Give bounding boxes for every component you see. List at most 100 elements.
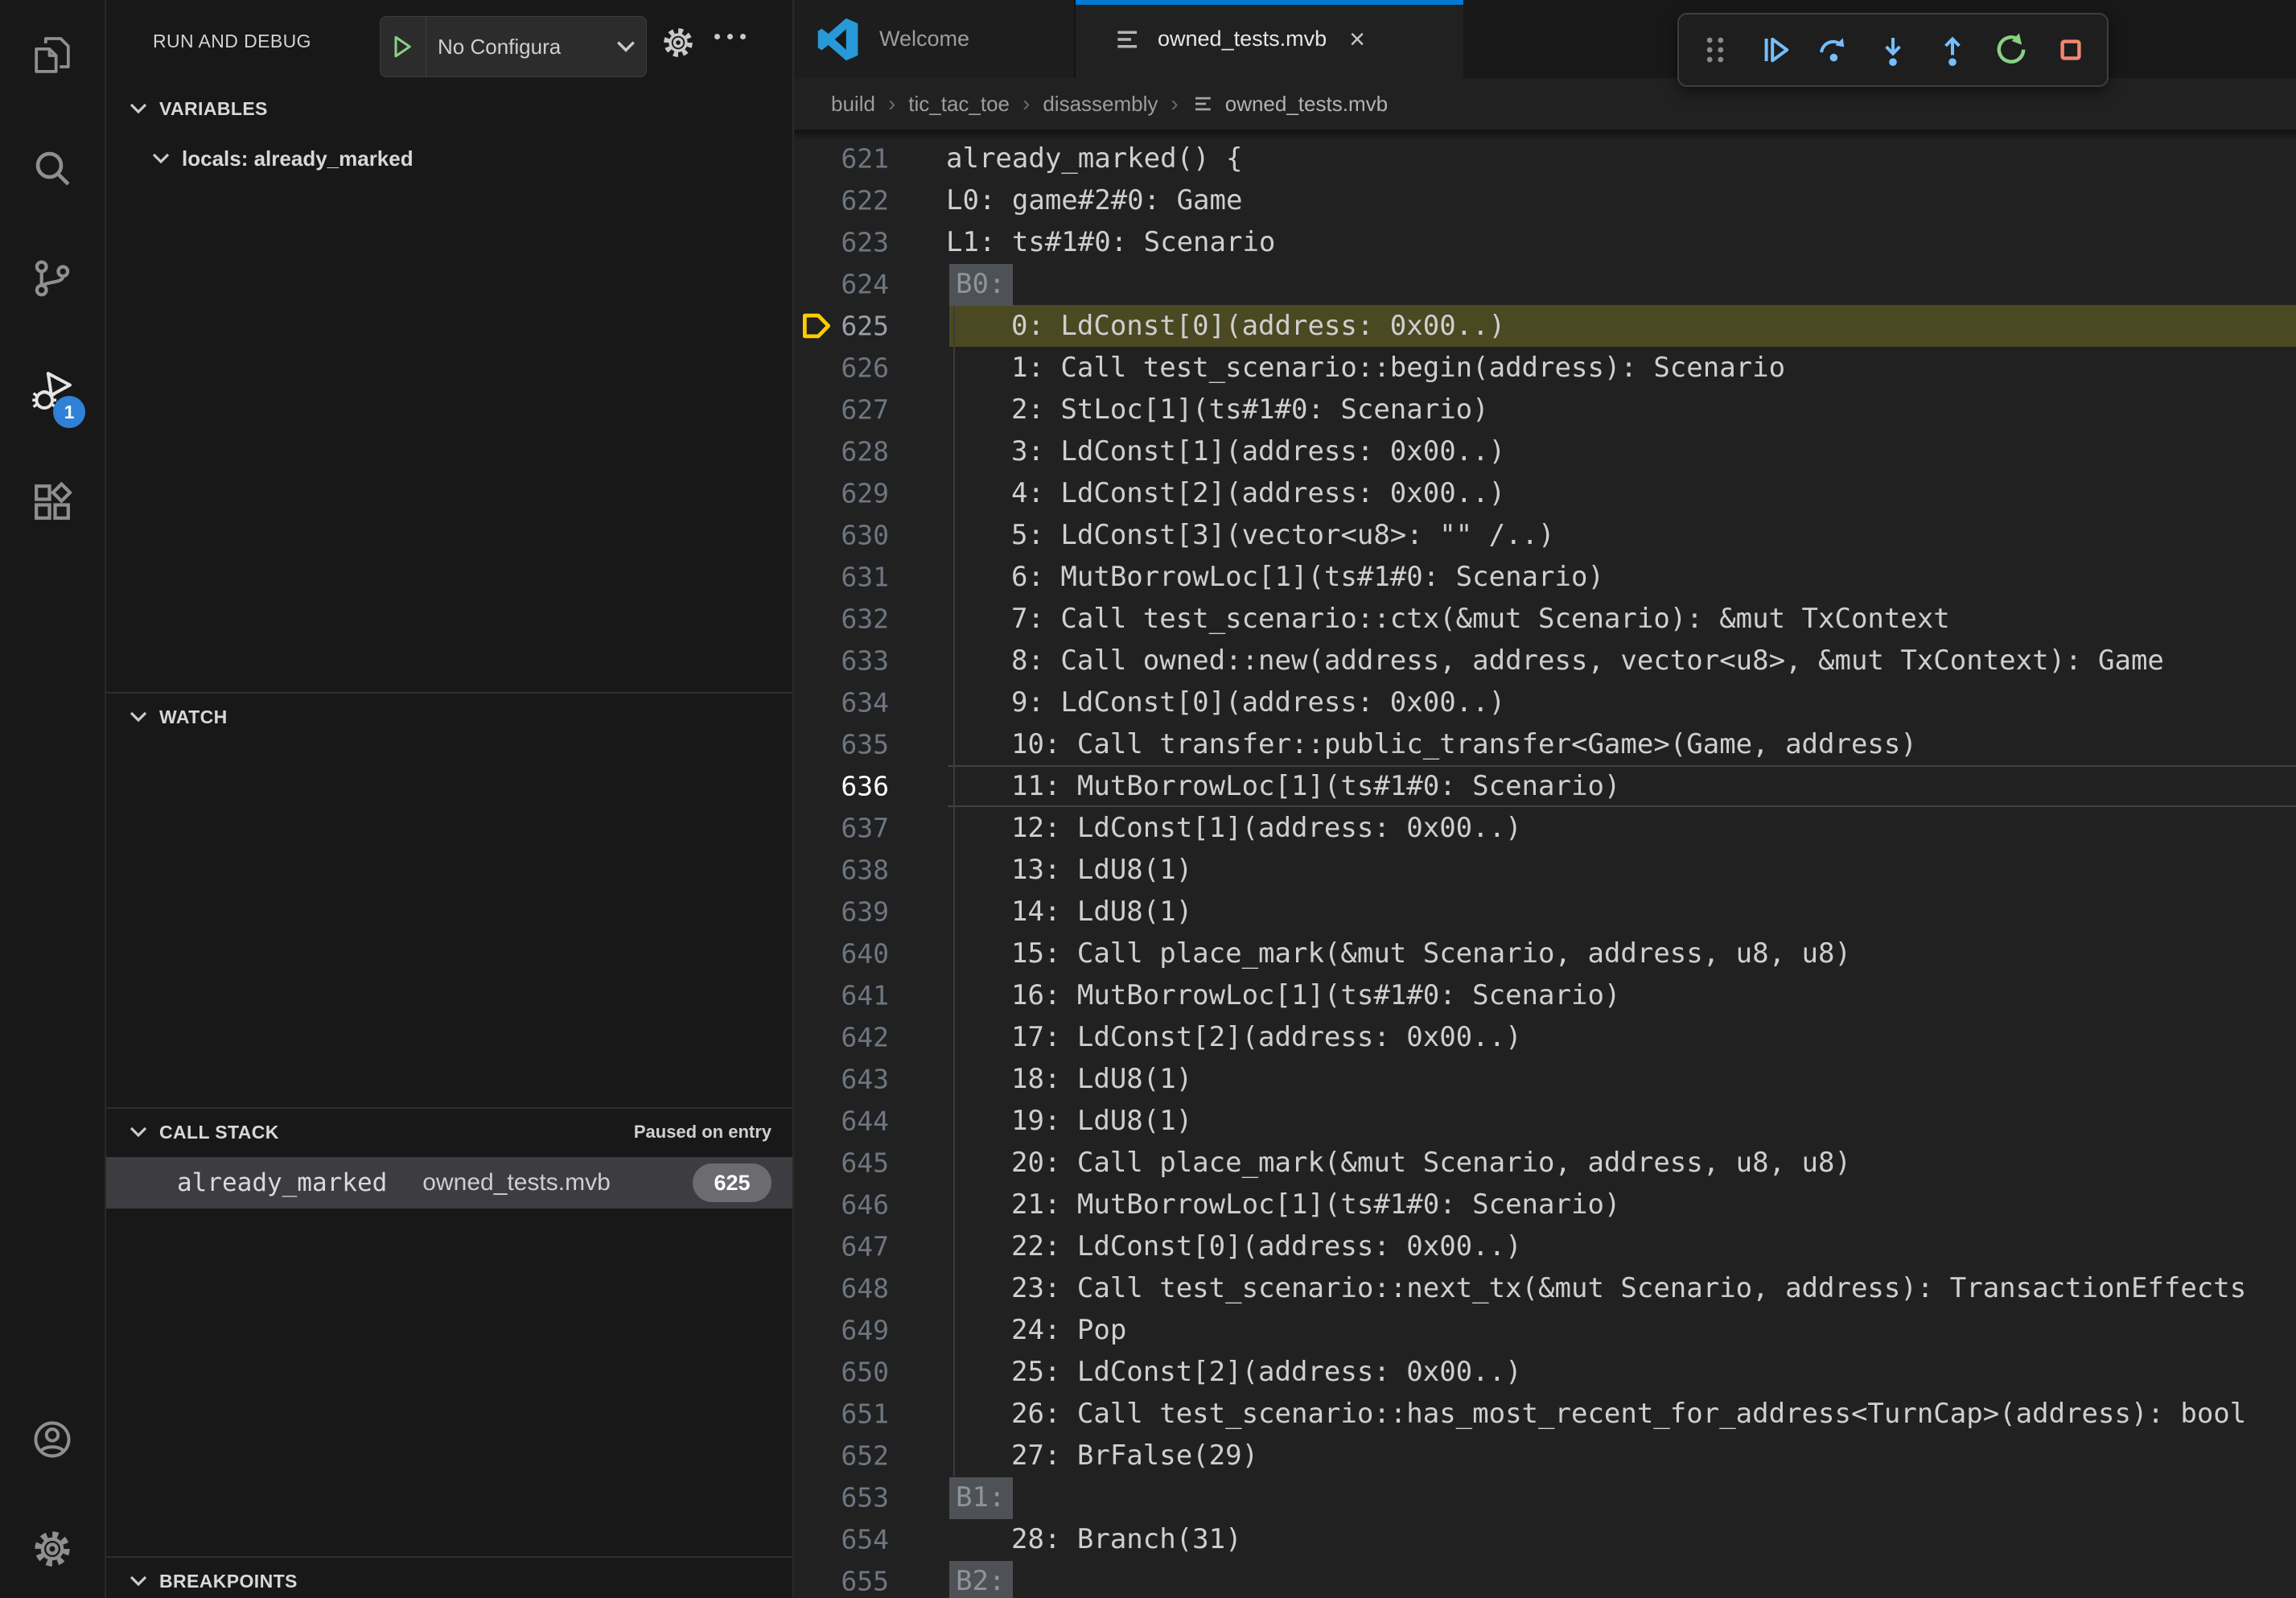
gutter[interactable]: 632: [794, 598, 919, 640]
source-control-icon[interactable]: [30, 256, 75, 301]
tab-owned-tests[interactable]: owned_tests.mvb ×: [1076, 0, 1463, 78]
code-line-633[interactable]: 6338: Call owned::new(address, address, …: [794, 640, 2296, 682]
gutter[interactable]: 629: [794, 472, 919, 514]
code-line-647[interactable]: 64722: LdConst[0](address: 0x00..): [794, 1225, 2296, 1267]
line-number[interactable]: 628: [841, 436, 889, 467]
start-debug-button[interactable]: [381, 17, 426, 76]
line-number[interactable]: 641: [841, 980, 889, 1011]
code-line-640[interactable]: 64015: Call place_mark(&mut Scenario, ad…: [794, 933, 2296, 974]
code-line-652[interactable]: 65227: BrFalse(29): [794, 1435, 2296, 1477]
code-line-630[interactable]: 6305: LdConst[3](vector<u8>: "" /..): [794, 514, 2296, 556]
code-line-653[interactable]: 653B1:: [794, 1477, 2296, 1518]
line-number[interactable]: 655: [841, 1566, 889, 1597]
gutter[interactable]: 643: [794, 1058, 919, 1100]
tab-welcome[interactable]: Welcome: [794, 0, 1076, 78]
gutter[interactable]: 626: [794, 347, 919, 389]
restart-button[interactable]: [1989, 27, 2034, 72]
code-line-639[interactable]: 63914: LdU8(1): [794, 891, 2296, 933]
code-line-634[interactable]: 6349: LdConst[0](address: 0x00..): [794, 682, 2296, 723]
settings-gear-icon[interactable]: [30, 1526, 75, 1571]
gutter[interactable]: 627: [794, 389, 919, 430]
code-line-622[interactable]: 622L0: game#2#0: Game: [794, 179, 2296, 221]
gutter[interactable]: 655: [794, 1560, 919, 1598]
gutter[interactable]: 653: [794, 1477, 919, 1518]
breadcrumb-item[interactable]: disassembly: [1043, 92, 1158, 117]
call-stack-section-header[interactable]: CALL STACK Paused on entry: [106, 1114, 792, 1151]
gutter[interactable]: 652: [794, 1435, 919, 1477]
line-number[interactable]: 651: [841, 1398, 889, 1430]
code-line-621[interactable]: 621already_marked() {: [794, 138, 2296, 179]
code-line-646[interactable]: 64621: MutBorrowLoc[1](ts#1#0: Scenario): [794, 1184, 2296, 1225]
code-line-651[interactable]: 65126: Call test_scenario::has_most_rece…: [794, 1393, 2296, 1435]
code-line-623[interactable]: 623L1: ts#1#0: Scenario: [794, 221, 2296, 263]
gutter[interactable]: 639: [794, 891, 919, 933]
line-number[interactable]: 643: [841, 1064, 889, 1095]
gutter[interactable]: 638: [794, 849, 919, 891]
code-line-641[interactable]: 64116: MutBorrowLoc[1](ts#1#0: Scenario): [794, 974, 2296, 1016]
gutter[interactable]: 635: [794, 723, 919, 765]
explorer-icon[interactable]: [30, 33, 75, 78]
code-line-625[interactable]: 6250: LdConst[0](address: 0x00..): [794, 305, 2296, 347]
gutter[interactable]: 650: [794, 1351, 919, 1393]
variables-scope-row[interactable]: locals: already_marked: [106, 138, 792, 179]
breadcrumb-file[interactable]: owned_tests.mvb: [1191, 92, 1388, 117]
code-line-644[interactable]: 64419: LdU8(1): [794, 1100, 2296, 1142]
gutter[interactable]: 623: [794, 221, 919, 263]
gutter[interactable]: 641: [794, 974, 919, 1016]
gutter[interactable]: 622: [794, 179, 919, 221]
line-number[interactable]: 631: [841, 562, 889, 593]
line-number[interactable]: 649: [841, 1315, 889, 1346]
code-line-636[interactable]: 63611: MutBorrowLoc[1](ts#1#0: Scenario): [794, 765, 2296, 807]
line-number[interactable]: 635: [841, 729, 889, 760]
code-line-627[interactable]: 6272: StLoc[1](ts#1#0: Scenario): [794, 389, 2296, 430]
code-line-648[interactable]: 64823: Call test_scenario::next_tx(&mut …: [794, 1267, 2296, 1309]
watch-section-header[interactable]: WATCH: [106, 698, 792, 735]
line-number[interactable]: 630: [841, 520, 889, 551]
gutter[interactable]: 648: [794, 1267, 919, 1309]
code-line-638[interactable]: 63813: LdU8(1): [794, 849, 2296, 891]
breakpoints-section-header[interactable]: BREAKPOINTS: [106, 1563, 792, 1598]
gutter[interactable]: 640: [794, 933, 919, 974]
line-number[interactable]: 627: [841, 394, 889, 426]
launch-config-dropdown[interactable]: No Configura: [380, 16, 647, 77]
line-number[interactable]: 636: [841, 771, 889, 802]
line-number[interactable]: 645: [841, 1147, 889, 1179]
gutter[interactable]: 646: [794, 1184, 919, 1225]
line-number[interactable]: 624: [841, 269, 889, 300]
line-number[interactable]: 647: [841, 1231, 889, 1262]
line-number[interactable]: 644: [841, 1106, 889, 1137]
breadcrumb-item[interactable]: build: [831, 92, 875, 117]
code-line-626[interactable]: 6261: Call test_scenario::begin(address)…: [794, 347, 2296, 389]
line-number[interactable]: 638: [841, 855, 889, 886]
gutter[interactable]: 644: [794, 1100, 919, 1142]
search-icon[interactable]: [30, 146, 75, 191]
code-line-650[interactable]: 65025: LdConst[2](address: 0x00..): [794, 1351, 2296, 1393]
line-number[interactable]: 632: [841, 603, 889, 635]
line-number[interactable]: 621: [841, 143, 889, 175]
gutter[interactable]: 651: [794, 1393, 919, 1435]
gutter[interactable]: 649: [794, 1309, 919, 1351]
line-number[interactable]: 622: [841, 185, 889, 216]
gutter[interactable]: 628: [794, 430, 919, 472]
line-number[interactable]: 646: [841, 1189, 889, 1221]
breadcrumb-item[interactable]: tic_tac_toe: [908, 92, 1010, 117]
debug-settings-gear-icon[interactable]: [660, 24, 697, 61]
line-number[interactable]: 640: [841, 938, 889, 970]
line-number[interactable]: 654: [841, 1524, 889, 1555]
code-line-632[interactable]: 6327: Call test_scenario::ctx(&mut Scena…: [794, 598, 2296, 640]
code-line-631[interactable]: 6316: MutBorrowLoc[1](ts#1#0: Scenario): [794, 556, 2296, 598]
code-line-635[interactable]: 63510: Call transfer::public_transfer<Ga…: [794, 723, 2296, 765]
gutter[interactable]: 637: [794, 807, 919, 849]
gutter[interactable]: 647: [794, 1225, 919, 1267]
line-number[interactable]: 623: [841, 227, 889, 258]
toolbar-drag-grip[interactable]: [1693, 27, 1738, 72]
code-editor[interactable]: 621already_marked() {622L0: game#2#0: Ga…: [794, 130, 2296, 1598]
gutter[interactable]: 630: [794, 514, 919, 556]
code-line-643[interactable]: 64318: LdU8(1): [794, 1058, 2296, 1100]
code-line-629[interactable]: 6294: LdConst[2](address: 0x00..): [794, 472, 2296, 514]
step-out-button[interactable]: [1930, 27, 1975, 72]
stop-button[interactable]: [2048, 27, 2093, 72]
gutter[interactable]: 634: [794, 682, 919, 723]
gutter[interactable]: 645: [794, 1142, 919, 1184]
gutter[interactable]: 631: [794, 556, 919, 598]
